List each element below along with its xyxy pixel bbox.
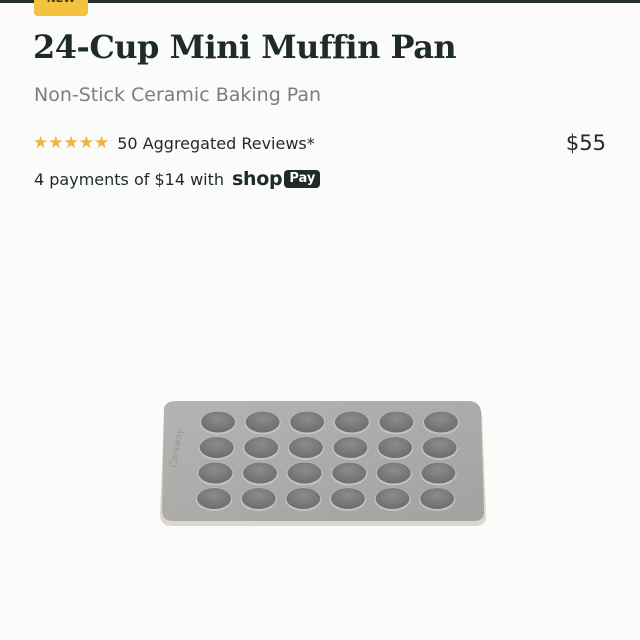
muffin-cup [199,437,234,458]
muffin-cup [286,488,321,509]
muffin-cup [244,437,279,458]
muffin-cup [290,411,325,433]
star-rating[interactable]: ★ ★ ★ ★ ★ [33,133,109,153]
muffin-cup [198,462,233,484]
installments-text: 4 payments of $14 with [34,169,225,189]
muffin-cup [422,437,457,458]
product-price: $55 [565,131,606,155]
star-icon: ★ [78,133,94,153]
header-divider [0,0,640,3]
star-icon: ★ [48,133,64,153]
muffin-cup [333,437,368,458]
muffin-cup [241,488,276,509]
product-page: NEW 24-Cup Mini Muffin Pan Non-Stick Cer… [0,0,640,640]
muffin-cup [378,437,413,458]
muffin-cup [334,411,369,433]
muffin-cup [420,488,455,509]
star-icon: ★ [94,133,110,153]
muffin-cup [424,411,458,433]
muffin-cup [287,462,322,484]
muffin-cup [421,462,456,484]
star-icon: ★ [63,133,79,153]
muffin-cup [332,462,367,484]
muffin-cup [243,462,277,484]
star-icon: ★ [33,133,49,153]
reviews-link[interactable]: 50 Aggregated Reviews* [117,134,315,153]
muffin-cup [375,488,410,509]
muffin-cup [197,488,232,509]
muffin-cup [330,488,365,509]
rating-row: ★ ★ ★ ★ ★ 50 Aggregated Reviews* [33,133,315,153]
muffin-cup [379,411,414,433]
product-subtitle: Non-Stick Ceramic Baking Pan [34,84,322,106]
installments-row: 4 payments of $14 with shop Pay [34,168,321,190]
shop-pay-badge: Pay [284,170,321,188]
product-image[interactable]: Caraway [150,398,495,548]
muffin-cup [376,462,411,484]
muffin-cup [288,437,323,458]
product-title: 24-Cup Mini Muffin Pan [33,28,457,66]
muffin-cup [201,411,235,433]
new-badge: NEW [34,0,88,16]
muffin-cup [245,411,280,433]
shop-pay-logo[interactable]: shop [232,168,283,190]
